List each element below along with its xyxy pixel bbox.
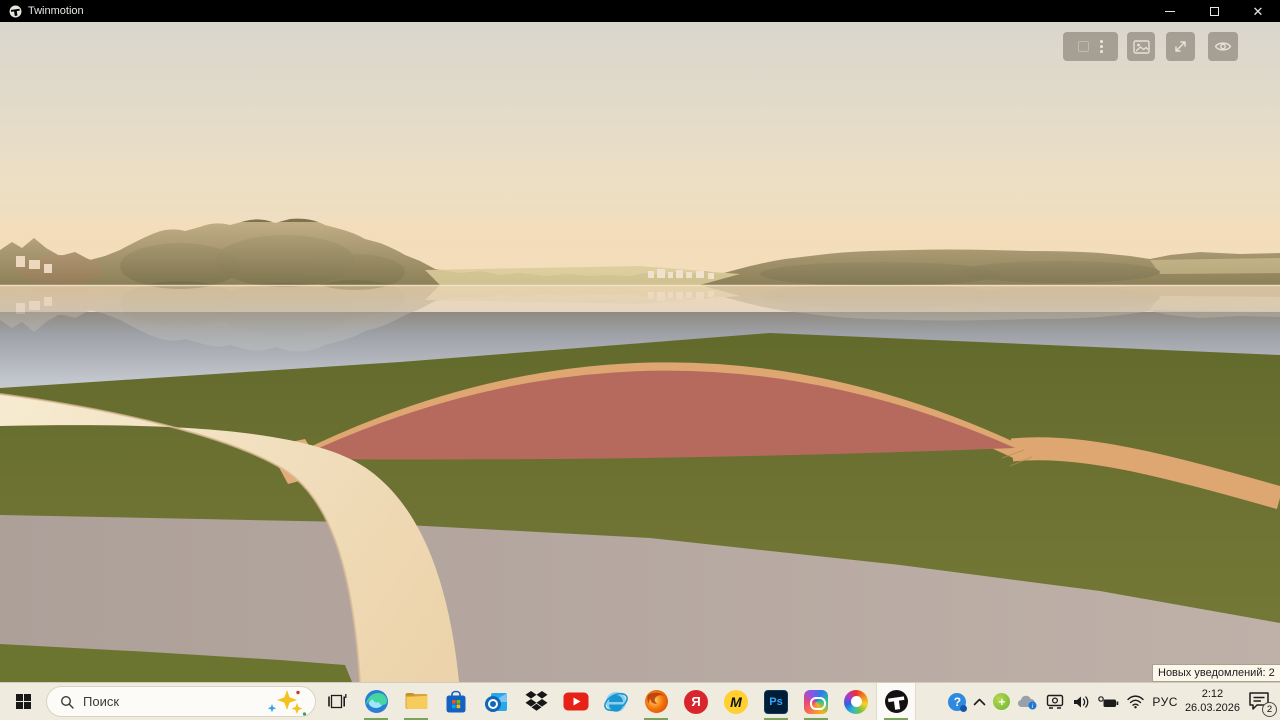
adobe-creative-cloud-icon: [804, 690, 828, 714]
microsoft-store-icon: [444, 690, 468, 714]
wireless-display-tray-icon[interactable]: [1045, 693, 1065, 710]
title-bar: Twinmotion ✕: [0, 0, 1280, 22]
close-icon: ✕: [1253, 5, 1264, 18]
search-icon: [60, 695, 74, 709]
help-tray-icon[interactable]: ?: [948, 693, 966, 711]
taskbar-app-internet-explorer[interactable]: [596, 683, 636, 720]
start-button[interactable]: [0, 683, 46, 720]
notification-tooltip: Новых уведомлений: 2: [1152, 664, 1280, 682]
taskbar-app-outlook[interactable]: [476, 683, 516, 720]
restore-icon: [1210, 7, 1219, 16]
image-icon: [1133, 40, 1150, 54]
visibility-button[interactable]: [1208, 32, 1238, 61]
screenshot-button[interactable]: [1127, 32, 1155, 61]
taskbar-app-color-swirl[interactable]: [836, 683, 876, 720]
eye-icon: [1214, 40, 1232, 53]
expand-icon: [1173, 39, 1188, 54]
more-options-icon: [1100, 40, 1103, 53]
pinned-apps: Я M Ps: [356, 683, 916, 720]
twinmotion-taskbar-icon: [884, 689, 909, 714]
notification-badge: 2: [1262, 702, 1277, 717]
photoshop-icon: Ps: [764, 690, 788, 714]
taskbar-app-edge[interactable]: [356, 683, 396, 720]
cloud-icon: i: [1017, 694, 1038, 710]
clock[interactable]: 2:12 26.03.2026: [1185, 688, 1240, 716]
task-view-icon: [328, 693, 347, 710]
horizon-haze: [0, 222, 1280, 285]
color-swirl-icon: [844, 690, 868, 714]
wifi-tray-icon[interactable]: [1126, 694, 1145, 709]
display-icon: [1045, 693, 1065, 710]
taskbar-app-firefox[interactable]: [636, 683, 676, 720]
taskbar-app-microsoft-store[interactable]: [436, 683, 476, 720]
show-hidden-icons-button[interactable]: [973, 698, 986, 706]
miro-icon: M: [724, 690, 748, 714]
taskbar-app-yandex[interactable]: Я: [676, 683, 716, 720]
taskbar-app-file-explorer[interactable]: [396, 683, 436, 720]
search-placeholder: Поиск: [83, 694, 119, 709]
taskbar-app-dropbox[interactable]: [516, 683, 556, 720]
windows-logo-icon: [16, 694, 31, 709]
restore-button[interactable]: [1192, 0, 1236, 22]
window-title: Twinmotion: [28, 5, 84, 17]
notification-center-button[interactable]: 2: [1247, 690, 1273, 714]
youtube-icon: [563, 692, 589, 711]
power-tray-icon[interactable]: [1098, 695, 1119, 709]
antivirus-tray-icon[interactable]: +: [993, 693, 1010, 710]
speaker-icon: [1072, 694, 1091, 710]
volume-tray-icon[interactable]: [1072, 694, 1091, 710]
search-highlights-icon: [267, 688, 307, 716]
minimize-icon: [1165, 11, 1175, 12]
close-button[interactable]: ✕: [1236, 0, 1280, 22]
dropbox-icon: [524, 690, 549, 713]
battery-icon: [1098, 695, 1119, 709]
taskbar-app-miro[interactable]: M: [716, 683, 756, 720]
taskbar-app-adobe-creative-cloud[interactable]: [796, 683, 836, 720]
3d-viewport[interactable]: Новых уведомлений: 2: [0, 22, 1280, 682]
scene-render: [0, 22, 1280, 682]
taskbar-app-twinmotion[interactable]: [876, 683, 916, 720]
task-view-button[interactable]: [318, 683, 356, 720]
firefox-icon: [644, 689, 669, 714]
time: 2:12: [1185, 688, 1240, 702]
fullscreen-button[interactable]: [1166, 32, 1195, 61]
taskbar-app-youtube[interactable]: [556, 683, 596, 720]
outlook-icon: [484, 690, 509, 714]
minimize-button[interactable]: [1148, 0, 1192, 22]
chevron-up-icon: [973, 698, 986, 706]
file-explorer-icon: [404, 689, 429, 714]
thumbnail-placeholder-icon: [1078, 41, 1089, 52]
edge-icon: [364, 689, 389, 714]
system-tray: ? + i: [948, 683, 1280, 720]
cloud-tray-icon[interactable]: i: [1017, 694, 1038, 710]
language-indicator[interactable]: РУС: [1152, 695, 1178, 709]
taskbar: Поиск: [0, 682, 1280, 720]
date: 26.03.2026: [1185, 702, 1240, 716]
wifi-icon: [1126, 694, 1145, 709]
search-box[interactable]: Поиск: [46, 686, 316, 717]
twinmotion-logo-icon: [9, 5, 22, 18]
yandex-icon: Я: [684, 690, 708, 714]
viewport-options-button[interactable]: [1063, 32, 1118, 61]
internet-explorer-icon: [603, 689, 629, 715]
taskbar-app-photoshop[interactable]: Ps: [756, 683, 796, 720]
